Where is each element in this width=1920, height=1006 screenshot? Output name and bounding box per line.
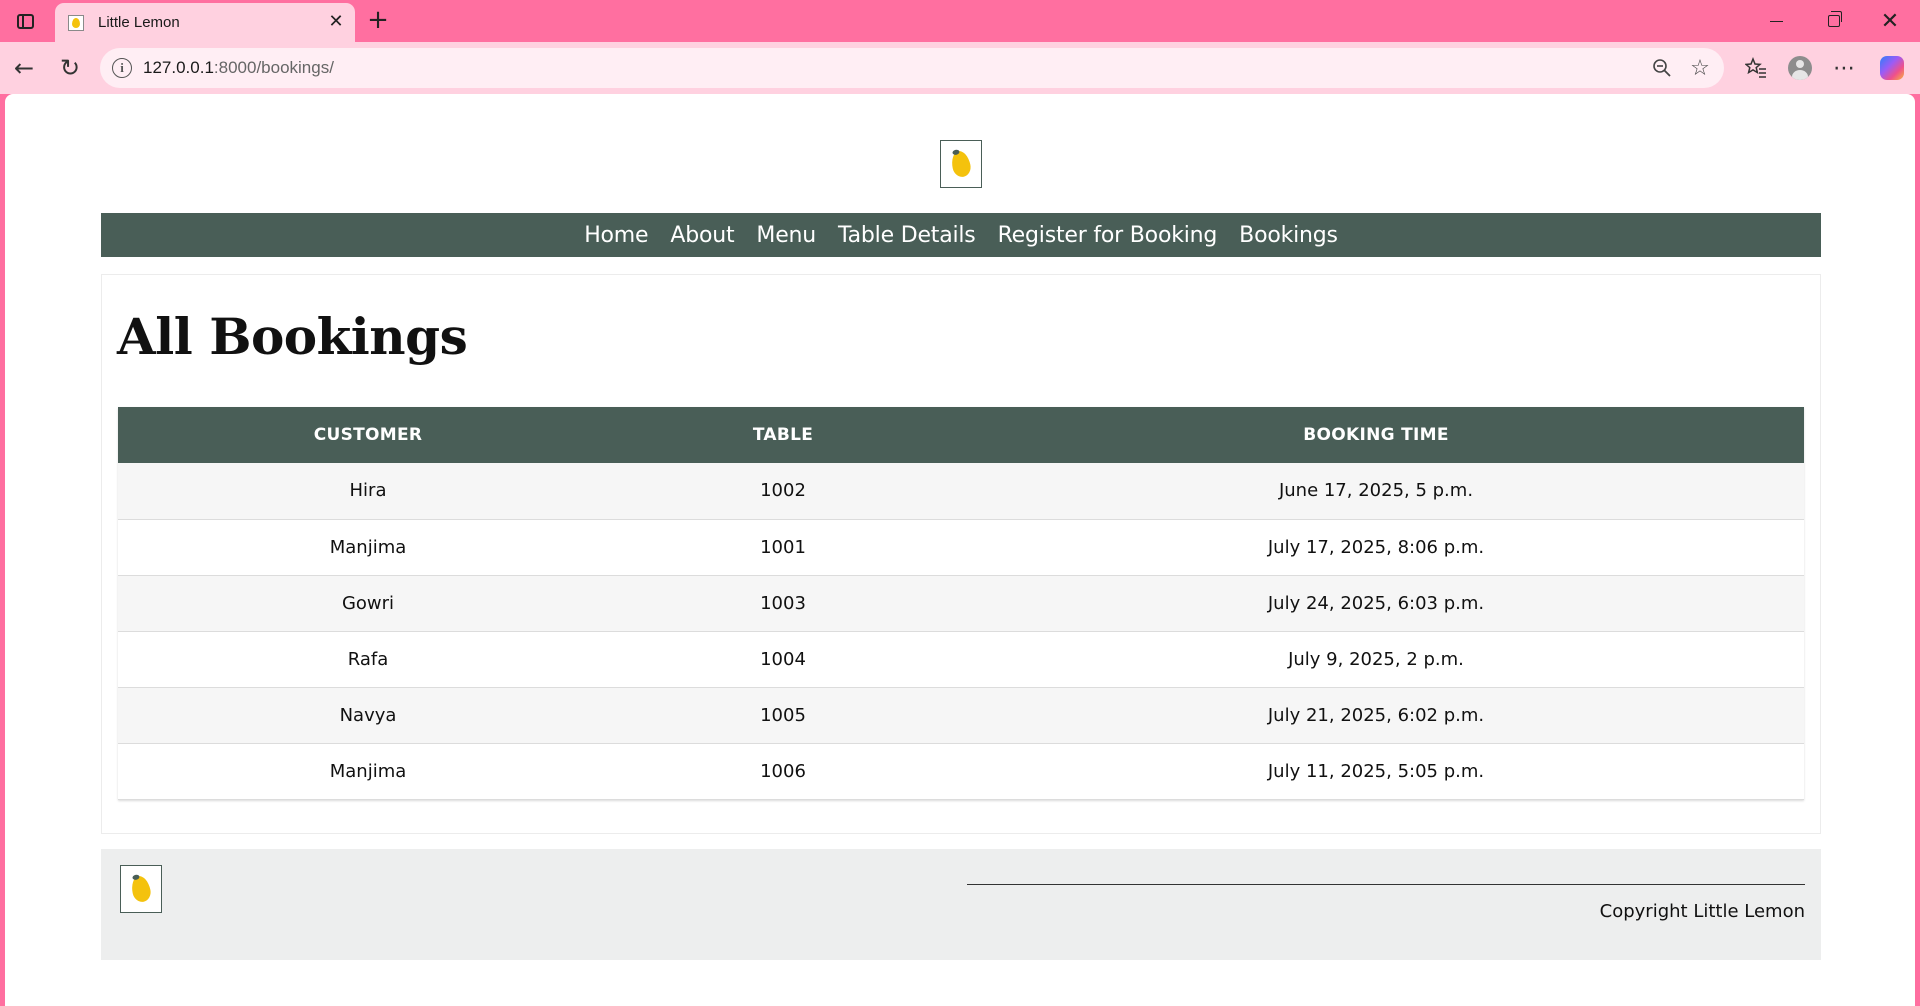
cell-table: 1004 (618, 631, 948, 688)
back-arrow-icon[interactable]: ← (8, 52, 40, 84)
cell-customer: Navya (118, 687, 618, 744)
table-row: Gowri 1003 July 24, 2025, 6:03 p.m. (118, 575, 1804, 632)
copyright-text: Copyright Little Lemon (1599, 901, 1805, 922)
header-booking-time: BOOKING TIME (948, 407, 1804, 463)
reload-icon[interactable]: ↻ (54, 52, 86, 84)
table-row: Rafa 1004 July 9, 2025, 2 p.m. (118, 631, 1804, 688)
page-title: All Bookings (117, 307, 468, 366)
header-customer: CUSTOMER (118, 407, 618, 463)
browser-toolbar: ← ↻ i 127.0.0.1:8000/bookings/ ☆ ⋯ (0, 42, 1920, 94)
profile-avatar-icon[interactable] (1784, 52, 1816, 84)
cell-customer: Manjima (118, 519, 618, 576)
url-host: 127.0.0.1 (143, 58, 214, 77)
table-row: Manjima 1006 July 11, 2025, 5:05 p.m. (118, 743, 1804, 800)
cell-table: 1005 (618, 687, 948, 744)
cell-booking-time: July 11, 2025, 5:05 p.m. (948, 743, 1804, 800)
table-row: Manjima 1001 July 17, 2025, 8:06 p.m. (118, 519, 1804, 576)
tab-title: Little Lemon (98, 14, 180, 31)
nav-link-bookings[interactable]: Bookings (1228, 223, 1349, 248)
cell-table: 1006 (618, 743, 948, 800)
nav-link-about[interactable]: About (659, 223, 745, 248)
restore-window-icon[interactable] (1806, 0, 1862, 42)
cell-table: 1001 (618, 519, 948, 576)
cell-booking-time: July 24, 2025, 6:03 p.m. (948, 575, 1804, 632)
close-tab-icon[interactable]: ✕ (327, 13, 345, 31)
cell-booking-time: June 17, 2025, 5 p.m. (948, 463, 1804, 520)
nav-link-home[interactable]: Home (573, 223, 659, 248)
site-footer: Copyright Little Lemon (101, 849, 1821, 960)
url-path: :8000/bookings/ (213, 58, 334, 77)
cell-customer: Hira (118, 463, 618, 520)
main-navigation: Home About Menu Table Details Register f… (101, 213, 1821, 257)
close-window-icon[interactable]: ✕ (1862, 0, 1918, 42)
bookings-section: All Bookings CUSTOMER TABLE BOOKING TIME… (101, 274, 1821, 834)
table-row: Hira 1002 June 17, 2025, 5 p.m. (118, 463, 1804, 520)
page-viewport: Home About Menu Table Details Register f… (5, 94, 1915, 1006)
table-header-row: CUSTOMER TABLE BOOKING TIME (118, 407, 1804, 463)
new-tab-icon[interactable]: + (364, 5, 392, 35)
minimize-window-icon[interactable] (1748, 0, 1804, 42)
site-info-icon[interactable]: i (112, 58, 132, 78)
cell-customer: Manjima (118, 743, 618, 800)
sidebar-toggle-icon[interactable] (12, 9, 38, 33)
address-bar[interactable]: i 127.0.0.1:8000/bookings/ ☆ (100, 48, 1724, 88)
cell-booking-time: July 21, 2025, 6:02 p.m. (948, 687, 1804, 744)
bookings-table: CUSTOMER TABLE BOOKING TIME Hira 1002 Ju… (118, 407, 1804, 800)
copilot-icon[interactable] (1876, 52, 1908, 84)
more-options-icon[interactable]: ⋯ (1828, 52, 1860, 84)
favorites-icon[interactable] (1740, 52, 1772, 84)
footer-divider (967, 884, 1805, 885)
nav-link-menu[interactable]: Menu (745, 223, 827, 248)
cell-booking-time: July 17, 2025, 8:06 p.m. (948, 519, 1804, 576)
browser-tab-active[interactable]: Little Lemon ✕ (55, 3, 355, 42)
cell-table: 1002 (618, 463, 948, 520)
cell-customer: Rafa (118, 631, 618, 688)
favorite-star-icon[interactable]: ☆ (1688, 56, 1712, 81)
cell-customer: Gowri (118, 575, 618, 632)
table-row: Navya 1005 July 21, 2025, 6:02 p.m. (118, 687, 1804, 744)
favicon-icon (68, 14, 84, 31)
nav-link-register-booking[interactable]: Register for Booking (987, 223, 1229, 248)
header-table: TABLE (618, 407, 948, 463)
zoom-out-icon[interactable] (1650, 56, 1674, 80)
browser-tab-bar: Little Lemon ✕ + ✕ (0, 0, 1920, 42)
footer-lemon-logo-icon[interactable] (120, 865, 162, 913)
nav-link-table-details[interactable]: Table Details (827, 223, 987, 248)
lemon-logo-icon[interactable] (940, 140, 982, 188)
cell-booking-time: July 9, 2025, 2 p.m. (948, 631, 1804, 688)
cell-table: 1003 (618, 575, 948, 632)
url-text[interactable]: 127.0.0.1:8000/bookings/ (143, 58, 334, 78)
